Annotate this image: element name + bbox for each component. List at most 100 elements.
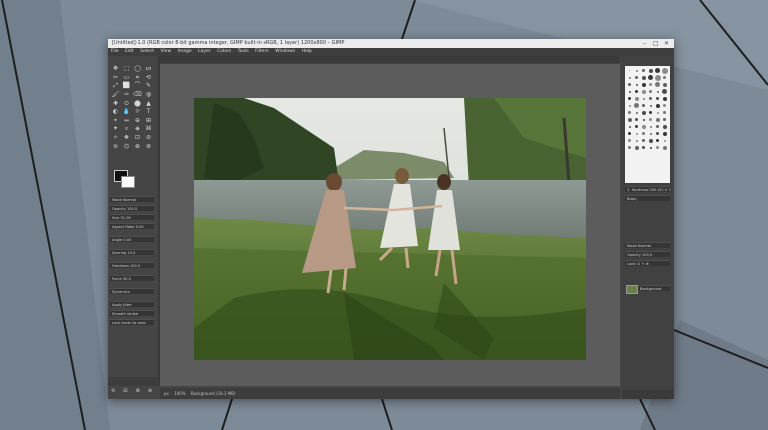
- pencil-tool-icon[interactable]: ✎: [143, 82, 154, 91]
- tool-option-mode[interactable]: Mode Normal: [110, 196, 154, 202]
- brush-preset[interactable]: [626, 130, 633, 137]
- menu-edit[interactable]: Edit: [125, 49, 134, 54]
- brush-preset[interactable]: [647, 130, 654, 137]
- brush-preset[interactable]: [654, 144, 661, 151]
- brush-preset[interactable]: [654, 109, 661, 116]
- zoom-tool-icon[interactable]: ⊕: [132, 117, 143, 126]
- brush-preset[interactable]: [626, 116, 633, 123]
- paintbrush-tool-icon[interactable]: 🖌: [110, 91, 121, 100]
- blur-tool-icon[interactable]: 💧: [121, 108, 132, 117]
- horizontal-ruler[interactable]: [160, 56, 620, 63]
- tool-option-spacing[interactable]: Spacing 10.0: [110, 249, 154, 255]
- brush-preset[interactable]: [640, 109, 647, 116]
- delete-preset-icon[interactable]: ⊗: [136, 387, 140, 396]
- brush-preset[interactable]: [647, 95, 654, 102]
- brush-preset[interactable]: [654, 116, 661, 123]
- close-icon[interactable]: ✕: [664, 39, 669, 48]
- brush-preset[interactable]: [647, 109, 654, 116]
- brush-preset[interactable]: [626, 123, 633, 130]
- brush-preset[interactable]: [633, 123, 640, 130]
- brush-preset[interactable]: [661, 109, 668, 116]
- perspective-clone-tool-icon[interactable]: ⌬: [121, 142, 132, 151]
- brush-preset[interactable]: [654, 74, 661, 81]
- brush-preset[interactable]: [661, 67, 668, 74]
- brush-preset[interactable]: [661, 137, 668, 144]
- menu-windows[interactable]: Windows: [275, 49, 295, 54]
- rect-select-tool-icon[interactable]: ⬚: [121, 65, 132, 74]
- scissors-tool-icon[interactable]: ✂: [110, 74, 121, 83]
- brush-preset[interactable]: [626, 95, 633, 102]
- background-color-swatch[interactable]: [121, 176, 135, 188]
- unified-transform-tool-icon[interactable]: ⬜: [121, 82, 132, 91]
- brush-preset[interactable]: [647, 123, 654, 130]
- brush-preset[interactable]: [633, 88, 640, 95]
- brush-preset[interactable]: [654, 88, 661, 95]
- mypaint-brush-tool-icon[interactable]: ≋: [110, 142, 121, 151]
- brush-preset[interactable]: [661, 88, 668, 95]
- rotate-tool-icon[interactable]: ⟲: [143, 74, 154, 83]
- brush-preset[interactable]: [626, 102, 633, 109]
- scale-tool-icon[interactable]: ⤢: [110, 82, 121, 91]
- brush-preset[interactable]: [654, 67, 661, 74]
- brush-preset[interactable]: [647, 74, 654, 81]
- paths-tool-icon[interactable]: ✦: [110, 125, 121, 134]
- tool-option-hardness[interactable]: Hardness 100.0: [110, 262, 154, 268]
- measure-tool-icon[interactable]: ↔: [121, 117, 132, 126]
- brush-preset[interactable]: [654, 102, 661, 109]
- layer-thumbnail[interactable]: [626, 285, 638, 294]
- brush-preset[interactable]: [661, 102, 668, 109]
- sharpen-tool-icon[interactable]: ⊗: [132, 142, 143, 151]
- brush-preset[interactable]: [626, 74, 633, 81]
- clone-tool-icon[interactable]: ⊙: [121, 99, 132, 108]
- crop-tool-icon[interactable]: ⌗: [132, 74, 143, 83]
- brush-preset[interactable]: [640, 130, 647, 137]
- brush-preset[interactable]: [633, 109, 640, 116]
- heal-tool-icon[interactable]: ✚: [110, 99, 121, 108]
- layer-lock[interactable]: Lock: ⊡ ✎ ⊕: [625, 260, 670, 266]
- brush-preset[interactable]: [654, 130, 661, 137]
- brush-preset[interactable]: [661, 130, 668, 137]
- menu-view[interactable]: View: [160, 49, 171, 54]
- brush-preset[interactable]: [633, 130, 640, 137]
- brush-preset[interactable]: [661, 74, 668, 81]
- brush-preset[interactable]: [640, 116, 647, 123]
- brush-preset[interactable]: [661, 116, 668, 123]
- layer-name[interactable]: Background: [638, 285, 670, 291]
- dodge-burn-tool-icon[interactable]: ◐: [110, 108, 121, 117]
- tool-option-force[interactable]: Force 50.0: [110, 275, 154, 281]
- brush-tag-filter[interactable]: Basic,: [625, 195, 670, 201]
- brush-preset[interactable]: [626, 88, 633, 95]
- warp-tool-icon[interactable]: ⌒: [132, 82, 143, 91]
- brush-preset[interactable]: [633, 67, 640, 74]
- menu-colors[interactable]: Colors: [217, 49, 231, 54]
- handle-transform-tool-icon[interactable]: ❖: [121, 134, 132, 143]
- eraser-tool-icon[interactable]: ⌫: [132, 91, 143, 100]
- brush-preset[interactable]: [640, 81, 647, 88]
- airbrush-tool-icon[interactable]: ◍: [143, 91, 154, 100]
- brush-preset[interactable]: [647, 81, 654, 88]
- ink-tool-icon[interactable]: ✑: [121, 91, 132, 100]
- tool-option-smooth[interactable]: Smooth stroke: [110, 310, 154, 316]
- brush-preset[interactable]: [661, 95, 668, 102]
- color-picker-tool-icon[interactable]: ⌖: [110, 117, 121, 126]
- brush-preset[interactable]: [633, 137, 640, 144]
- tool-option-size[interactable]: Size 51.00: [110, 214, 154, 220]
- zoom-selector[interactable]: 100%: [174, 391, 185, 396]
- brush-preset[interactable]: [661, 81, 668, 88]
- menu-select[interactable]: Select: [140, 49, 154, 54]
- color-swatches[interactable]: [114, 170, 144, 192]
- align-tool-icon[interactable]: ⊞: [143, 117, 154, 126]
- brush-preset[interactable]: [640, 123, 647, 130]
- brush-preset[interactable]: [633, 144, 640, 151]
- brush-preset[interactable]: [647, 116, 654, 123]
- brush-preset[interactable]: [654, 137, 661, 144]
- brush-preset[interactable]: [626, 144, 633, 151]
- layer-mode[interactable]: Mode Normal: [625, 242, 670, 248]
- brush-preset[interactable]: [654, 95, 661, 102]
- layer-opacity[interactable]: Opacity 100.0: [625, 251, 670, 257]
- foreground-select-tool-icon[interactable]: ⌕: [121, 125, 132, 134]
- brush-preset[interactable]: [626, 109, 633, 116]
- brush-preset[interactable]: [640, 144, 647, 151]
- brush-preset[interactable]: [640, 67, 647, 74]
- shear-tool-icon[interactable]: ⊡: [132, 134, 143, 143]
